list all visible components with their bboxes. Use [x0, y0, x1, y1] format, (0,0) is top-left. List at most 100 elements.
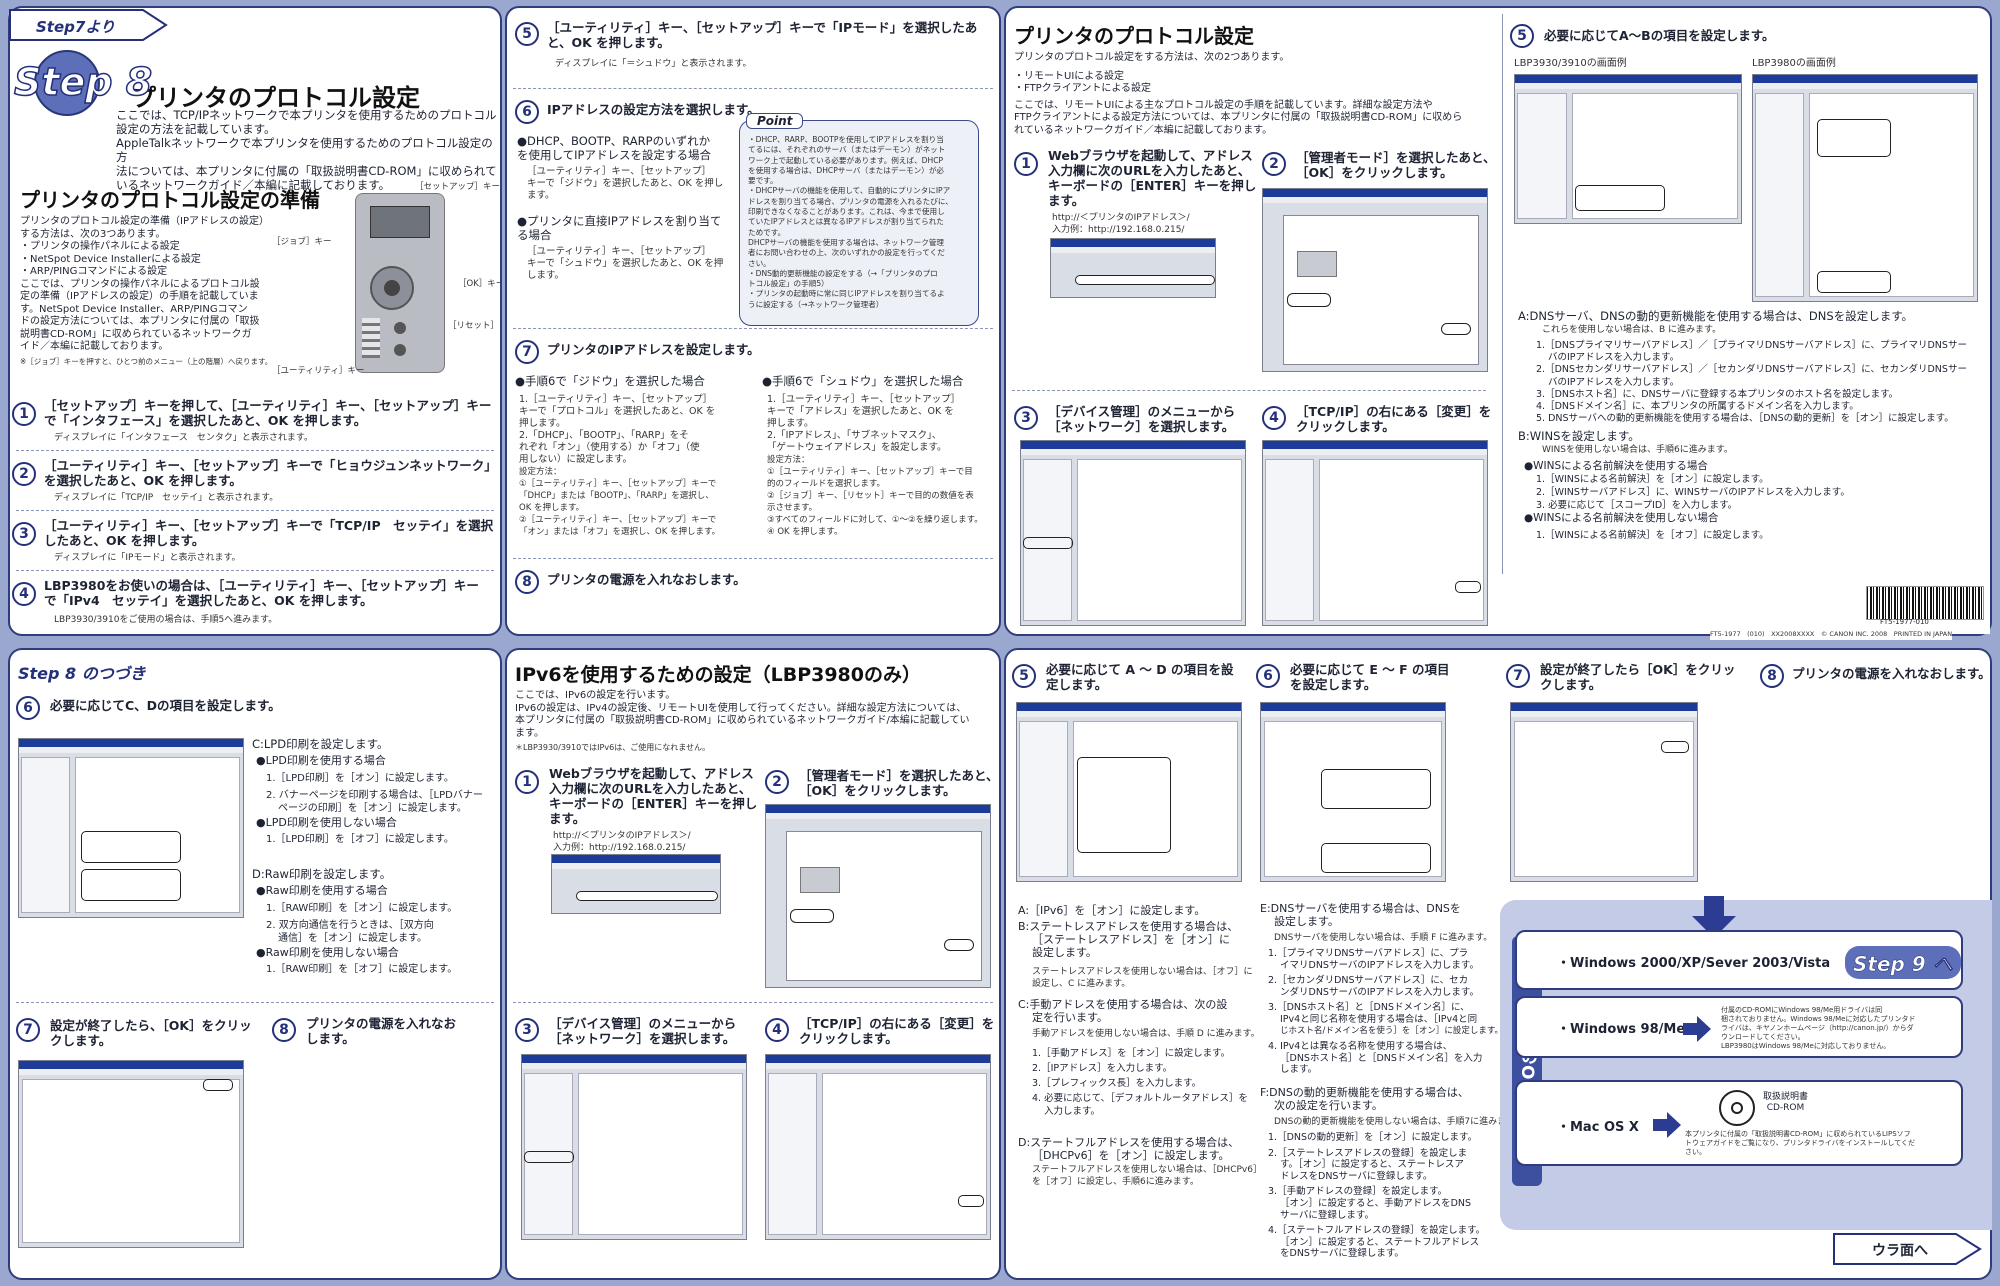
network-menu-highlight [1023, 537, 1073, 549]
step-number: 3 [12, 522, 36, 546]
prep-line: 定の準備（IPアドレスの設定）の手順を記載していま [20, 291, 259, 302]
change-button-highlight [958, 1195, 984, 1207]
step-number: 5 [1510, 24, 1534, 48]
b-note-line: ステートレスアドレスを使用しない場合は、［オフ］に [1032, 967, 1253, 977]
url-example: http://＜プリンタのIPアドレス＞/ 入力例：http://192.168… [553, 830, 691, 854]
print-footer: FT5-1977 (010) XX2008XXXX © CANON INC. 2… [1710, 628, 1953, 640]
b-item: ●WINSによる名前解決を使用する場合 [1524, 460, 1708, 472]
point-line: ていたIPアドレスとは異なるIPアドレスが割り当てられた [748, 217, 944, 227]
label-reset-key: ［リセット］キー [448, 321, 500, 331]
step-text: ［TCP/IP］の右にある［変更］を クリックします。 [1296, 404, 1491, 434]
e-item: 1.［プライマリDNSサーバアドレス］に、プラ [1268, 948, 1469, 959]
bottom-middle-panel: IPv6を使用するための設定（LBP3980のみ） ここでは、IPv6の設定を行… [505, 648, 1001, 1280]
prep-line: ここでは、プリンタの操作パネルによるプロトコル設 [20, 278, 260, 290]
url-line: 入力例：http://192.168.0.215/ [553, 843, 686, 853]
a-item: 5. DNSサーバへの動的更新機能を使用する場合は、［DNSの動的更新］を［オン… [1536, 413, 1954, 425]
ipv6-highlight [1077, 757, 1171, 853]
barcode [1866, 586, 1984, 620]
os-option-windows98[interactable]: ・Windows 98/Me 付属のCD-ROMにWindows 98/Me用ド… [1515, 996, 1963, 1058]
step-number: 6 [16, 696, 40, 720]
step9-link[interactable]: Step 9 へ [1845, 946, 1961, 979]
f-item: 4.［ステートフルアドレスの登録］を設定します。 [1268, 1225, 1486, 1237]
section-a-items: 1.［DNSプライマリサーバアドレス］／［プライマリDNSサーバアドレス］に、プ… [1536, 340, 1967, 425]
prep-title: プリンタのプロトコル設定の準備 [20, 188, 320, 212]
lbp3930-screenshot [1514, 74, 1742, 224]
d-item: ●Raw印刷を使用しない場合 [256, 945, 399, 959]
a-item: バのIPアドレスを入力します。 [1548, 352, 1680, 364]
manual2-item: 1.［ユーティリティ］キー、［セットアップ］ [767, 394, 961, 405]
change-button-highlight [1455, 581, 1481, 593]
section-c-items: ●LPD印刷を使用する場合 1.［LPD印刷］を［オン］に設定します。 2. バ… [256, 754, 483, 848]
url-line: http://＜プリンタのIPアドレス＞/ [553, 831, 691, 841]
auto-item: 1.［ユーティリティ］キー、［セットアップ］ [519, 394, 713, 405]
step-from-label: Step7より [36, 18, 116, 36]
label-ok-key: ［OK］キー [458, 279, 502, 289]
step-line: クリックします。 [799, 1031, 898, 1046]
step-line: 入力欄に次のURLを入力したあと、 [549, 781, 752, 796]
divider [513, 1002, 993, 1003]
section-a-title: A:DNSサーバ、DNSの動的更新機能を使用する場合は、DNSを設定します。 [1518, 309, 1914, 323]
step-number: 5 [515, 22, 539, 46]
manual2-item: ①［ユーティリティ］キー、［セットアップ］キーで目 [767, 467, 973, 477]
step-text: IPアドレスの設定方法を選択します。 [547, 102, 760, 117]
cd-rom-icon [1717, 1088, 1757, 1132]
step-line: ［TCP/IP］の右にある［変更］を [799, 1016, 995, 1031]
os2-note: 付属のCD-ROMにWindows 98/Me用ドライバは同 梱されておりません… [1721, 1006, 1915, 1051]
example-label-1: LBP3930/3910の画面例 [1514, 58, 1627, 69]
prep-text: プリンタのプロトコル設定の準備（IPアドレスの設定） する方法は、次の3つありま… [20, 216, 269, 354]
c-item: 2. バナーページを印刷する場合は、［LPDバナー [266, 790, 483, 801]
step-line: 定します。 [1046, 677, 1108, 692]
dhcp-sub-line: キーで「ジドウ」を選択したあと、OK を押し [527, 178, 724, 189]
item-f-note: DNSの動的更新機能を使用しない場合は、手順7に進みます。 [1274, 1117, 1524, 1127]
f-item: 1.［DNSの動的更新］を［オン］に設定します。 [1268, 1132, 1478, 1143]
e-item: します。 [1280, 1064, 1318, 1076]
url-line: 入力例：http://192.168.0.215/ [1052, 225, 1185, 235]
dhcp-block: ●DHCP、BOOTP、RARPのいずれか を使用してIPアドレスを設定する場合 [517, 134, 711, 162]
intro-line: ここでは、IPv6の設定を行います。 [515, 690, 676, 701]
printer-image [1297, 251, 1337, 277]
step-number: 2 [12, 462, 36, 486]
step-text: 必要に応じてC、Dの項目を設定します。 [50, 698, 281, 713]
step-line: キーボードの［ENTER］キーを押し [549, 796, 758, 811]
intro-line: ・FTPクライアントによる設定 [1014, 83, 1152, 94]
b-item: ●WINSによる名前解決を使用しない場合 [1524, 512, 1719, 524]
step-line: 必要に応じて E 〜 F の項目 [1290, 662, 1450, 677]
b-line: 設定します。 [1032, 946, 1097, 959]
auto-item: OK を押します。 [519, 503, 585, 513]
step-line: ます。 [1048, 193, 1085, 208]
printer-panel-illustration [355, 193, 445, 373]
step-sub: ディスプレイに「IPモード」と表示されます。 [54, 553, 241, 563]
e-line: 設定します。 [1274, 915, 1339, 928]
divider [513, 328, 993, 329]
c-line: 定を行います。 [1032, 1011, 1108, 1024]
intro-line: 本プリンタに付属の「取扱説明書CD-ROM」に収められているネットワークガイド/… [515, 715, 970, 726]
c-item: 入力します。 [1044, 1106, 1101, 1117]
os-option-macosx[interactable]: ・Mac OS X 取扱説明書 CD-ROM 本プリンタに付属の「取扱説明書CD… [1515, 1080, 1963, 1166]
auto-items: 1.［ユーティリティ］キー、［セットアップ］ キーで「プロトコル」を選択したあと… [519, 394, 720, 538]
step-line: キーボードの［ENTER］キーを押し [1048, 178, 1257, 193]
top-middle-panel: 5 ［ユーティリティ］キー、［セットアップ］キーで「IPモード」を選択したあ と… [505, 6, 1001, 636]
manual-sub-line: します。 [527, 270, 565, 281]
point-line: ためです。 [748, 227, 786, 237]
manual2-item: 設定方法： [767, 455, 810, 465]
step-text: で「IPv4 セッテイ」を選択したあと、OK を押します。 [44, 593, 373, 608]
step-from-tab[interactable]: Step7より [8, 8, 168, 42]
os-option-windows2000[interactable]: ・Windows 2000/XP/Sever 2003/Vista Step 9… [1515, 930, 1963, 990]
next-page-tab[interactable]: ウラ面へ [1832, 1232, 1982, 1266]
step-line: ［OK］をクリックします。 [1296, 165, 1453, 180]
point-line: 要です。 [748, 176, 778, 186]
ipv6-title: IPv6を使用するための設定（LBP3980のみ） [515, 664, 921, 686]
point-line: ・DHCPサーバの機能を使用して、自動的にプリンタにIPア [748, 186, 951, 196]
network-menu-highlight [524, 1151, 574, 1163]
os2-note-line: 付属のCD-ROMにWindows 98/Me用ドライバは同 [1721, 1006, 1883, 1014]
f-item: サーバに登録します。 [1280, 1209, 1374, 1221]
d-item: ●Raw印刷を使用する場合 [256, 884, 388, 897]
step-sub: LBP3930/3910をご使用の場合は、手順5へ進みます。 [54, 615, 278, 625]
a-item: 1.［DNSプライマリサーバアドレス］／［プライマリDNSサーバアドレス］に、プ… [1536, 340, 1967, 351]
f-item: ［オン］に設定すると、手動アドレスをDNS [1280, 1197, 1472, 1209]
step-line: ［管理者モード］を選択したあと、 [799, 768, 999, 783]
prep-line: す。NetSpot Device Installer、ARP/PINGコマン [20, 303, 248, 315]
step-text: LBP3980をお使いの場合は、［ユーティリティ］キー、［セットアップ］キー [44, 578, 479, 593]
manual-block: ●プリンタに直接IPアドレスを割り当て る場合 [517, 214, 721, 242]
dns-highlight [1321, 769, 1431, 809]
